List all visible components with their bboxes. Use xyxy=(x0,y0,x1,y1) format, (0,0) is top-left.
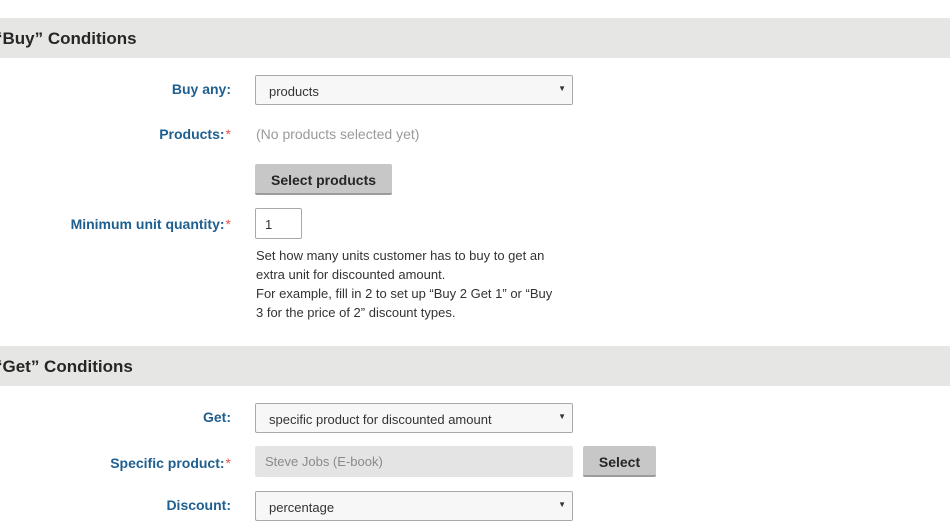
buy-any-select-value: products xyxy=(269,84,319,99)
required-marker: * xyxy=(225,455,231,471)
chevron-down-icon: ▼ xyxy=(558,412,566,421)
products-label-text: Products: xyxy=(159,126,225,142)
required-marker: * xyxy=(225,216,231,232)
discount-select[interactable]: percentage ▼ xyxy=(255,491,573,521)
specific-product-label-text: Specific product: xyxy=(110,455,225,471)
help-line: Set how many units customer has to buy t… xyxy=(256,248,545,263)
get-label: Get: xyxy=(203,409,231,425)
help-line: For example, fill in 2 to set up “Buy 2 … xyxy=(256,286,553,301)
chevron-down-icon: ▼ xyxy=(558,84,566,93)
buy-any-label: Buy any: xyxy=(172,81,231,97)
required-marker: * xyxy=(225,126,231,142)
buy-conditions-title: “Buy” Conditions xyxy=(0,29,137,48)
chevron-down-icon: ▼ xyxy=(558,500,566,509)
select-products-button[interactable]: Select products xyxy=(255,164,392,195)
discount-label-text: Discount: xyxy=(166,497,231,513)
get-conditions-header: “Get” Conditions xyxy=(0,346,950,386)
get-conditions-title: “Get” Conditions xyxy=(0,357,133,376)
min-qty-help-text: Set how many units customer has to buy t… xyxy=(256,246,586,322)
min-qty-label-text: Minimum unit quantity: xyxy=(70,216,225,232)
min-qty-label: Minimum unit quantity:* xyxy=(71,216,231,232)
get-label-text: Get: xyxy=(203,409,231,425)
help-line: extra unit for discounted amount. xyxy=(256,267,446,282)
no-products-text: (No products selected yet) xyxy=(256,126,420,142)
products-label: Products:* xyxy=(159,126,231,142)
get-select[interactable]: specific product for discounted amount ▼ xyxy=(255,403,573,433)
min-qty-value: 1 xyxy=(265,217,273,232)
get-select-value: specific product for discounted amount xyxy=(269,412,492,427)
buy-any-label-text: Buy any: xyxy=(171,81,231,97)
discount-label: Discount: xyxy=(166,497,231,513)
specific-product-field: Steve Jobs (E-book) xyxy=(255,446,573,477)
buy-any-select[interactable]: products ▼ xyxy=(255,75,573,105)
specific-product-value: Steve Jobs (E-book) xyxy=(265,454,383,469)
help-line: 3 for the price of 2” discount types. xyxy=(256,305,456,320)
select-product-button[interactable]: Select xyxy=(583,446,656,477)
buy-conditions-header: “Buy” Conditions xyxy=(0,18,950,58)
specific-product-label: Specific product:* xyxy=(110,455,231,471)
discount-select-value: percentage xyxy=(269,500,335,515)
min-qty-input[interactable]: 1 xyxy=(255,208,302,239)
